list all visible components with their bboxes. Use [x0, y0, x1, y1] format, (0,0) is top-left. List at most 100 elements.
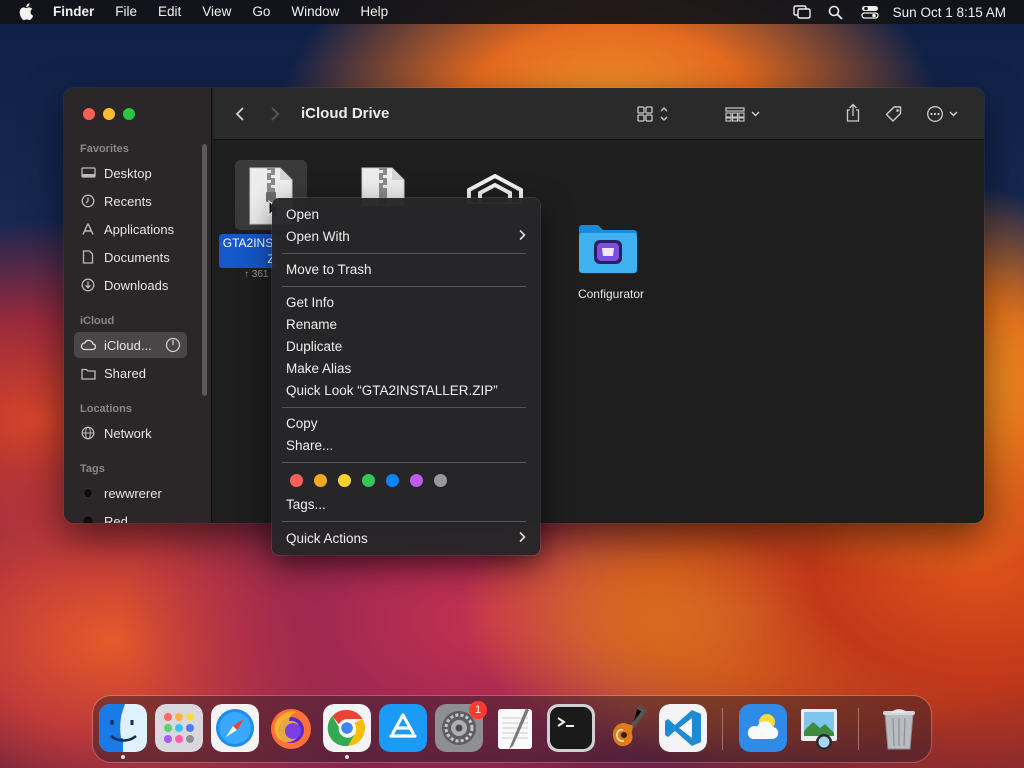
menu-item-open[interactable]: Open: [286, 206, 319, 224]
tag-color-red[interactable]: [290, 474, 303, 487]
sidebar-item-label: rewwrerer: [104, 485, 162, 501]
sidebar-item-shared[interactable]: Shared: [80, 364, 146, 382]
tag-color-purple[interactable]: [410, 474, 423, 487]
spotlight-icon[interactable]: [827, 4, 845, 20]
dock-firefox-icon[interactable]: [267, 704, 315, 752]
tag-color-orange[interactable]: [314, 474, 327, 487]
zoom-button[interactable]: [123, 108, 135, 120]
sidebar-item-documents[interactable]: Documents: [80, 248, 170, 266]
menu-item-make-alias[interactable]: Make Alias: [286, 360, 351, 378]
folder-icon[interactable]: [577, 222, 639, 279]
dock-garageband-icon[interactable]: [603, 704, 651, 752]
screen-mirroring-icon[interactable]: [792, 4, 811, 20]
menu-item-copy[interactable]: Copy: [286, 415, 318, 433]
folder-name[interactable]: Configurator: [571, 287, 651, 301]
tag-dot-icon: [80, 485, 96, 501]
forward-icon[interactable]: [266, 104, 284, 124]
sidebar-item-label: Network: [104, 425, 152, 441]
menu-go[interactable]: Go: [252, 4, 270, 19]
dock-app-store-icon[interactable]: [379, 704, 427, 752]
menu-item-tags[interactable]: Tags...: [286, 496, 326, 514]
menu-separator: [282, 407, 526, 408]
menu-item-rename[interactable]: Rename: [286, 316, 337, 334]
sidebar-item-label: Red: [104, 513, 128, 524]
sidebar-item-network[interactable]: Network: [80, 424, 152, 442]
sidebar-item-recents[interactable]: Recents: [80, 192, 152, 210]
dock-weather-icon[interactable]: [739, 704, 787, 752]
menu-help[interactable]: Help: [360, 4, 388, 19]
sidebar-item-applications[interactable]: Applications: [80, 220, 174, 238]
apple-icon[interactable]: [19, 3, 34, 23]
menu-window[interactable]: Window: [291, 4, 339, 19]
sidebar-item-icloud-drive[interactable]: iCloud...: [80, 336, 181, 354]
submenu-chevron-icon: [518, 530, 526, 548]
tag-color-green[interactable]: [362, 474, 375, 487]
tag-icon[interactable]: [883, 103, 905, 125]
menu-item-quick-actions[interactable]: Quick Actions: [286, 530, 526, 548]
sync-progress-icon: [165, 337, 181, 353]
dock-finder-icon[interactable]: [99, 704, 147, 752]
running-indicator: [345, 755, 349, 759]
menu-item-duplicate[interactable]: Duplicate: [286, 338, 342, 356]
menu-item-get-info[interactable]: Get Info: [286, 294, 334, 312]
sidebar-item-label: Desktop: [104, 165, 152, 181]
sidebar-heading-tags: Tags: [80, 463, 105, 475]
dock-terminal-icon[interactable]: [547, 704, 595, 752]
menu-clock[interactable]: Sun Oct 1 8:15 AM: [893, 5, 1006, 20]
tag-color-blue[interactable]: [386, 474, 399, 487]
menu-item-quick-look[interactable]: Quick Look “GTA2INSTALLER.ZIP”: [286, 382, 498, 400]
upload-status: ↑ 361: [244, 269, 269, 280]
shared-folder-icon: [80, 365, 96, 381]
menu-app-name[interactable]: Finder: [53, 4, 94, 19]
running-indicator: [121, 755, 125, 759]
dock-launchpad-icon[interactable]: [155, 704, 203, 752]
dock-vscode-icon[interactable]: [659, 704, 707, 752]
submenu-chevron-icon: [518, 228, 526, 246]
sidebar-item-tag-rewwrerer[interactable]: rewwrerer: [80, 484, 162, 502]
sidebar-item-tag-red[interactable]: Red: [80, 512, 128, 523]
tag-color-gray[interactable]: [434, 474, 447, 487]
toolbar: iCloud Drive: [213, 88, 984, 140]
dock-separator: [858, 708, 859, 750]
tag-dot-icon: [80, 513, 96, 523]
menu-item-share[interactable]: Share...: [286, 437, 333, 455]
sidebar-item-desktop[interactable]: Desktop: [80, 164, 152, 182]
sidebar-scrollbar[interactable]: [202, 144, 207, 396]
group-by-icon[interactable]: [723, 104, 763, 124]
dock-trash-icon[interactable]: [875, 704, 923, 752]
applications-icon: [80, 221, 96, 237]
sidebar-item-label: Shared: [104, 365, 146, 381]
menu-separator: [282, 286, 526, 287]
menu-item-label: Open With: [286, 229, 350, 244]
sidebar-item-label: Documents: [104, 249, 170, 265]
minimize-button[interactable]: [103, 108, 115, 120]
dock-textedit-icon[interactable]: [491, 704, 539, 752]
menu-edit[interactable]: Edit: [158, 4, 181, 19]
menu-item-move-to-trash[interactable]: Move to Trash: [286, 261, 372, 279]
back-icon[interactable]: [231, 104, 249, 124]
sidebar-item-label: iCloud...: [104, 337, 152, 353]
more-actions-icon[interactable]: [925, 104, 961, 124]
control-center-icon[interactable]: [861, 4, 879, 20]
dock-safari-icon[interactable]: [211, 704, 259, 752]
selected-file-name[interactable]: GTA2INS Z: [219, 234, 277, 268]
dock-chrome-icon[interactable]: [323, 704, 371, 752]
menu-separator: [282, 253, 526, 254]
menu-separator: [282, 521, 526, 522]
sidebar-item-downloads[interactable]: Downloads: [80, 276, 168, 294]
dock-preview-icon[interactable]: [795, 704, 843, 752]
tag-color-yellow[interactable]: [338, 474, 351, 487]
share-icon[interactable]: [844, 102, 862, 124]
window-title: iCloud Drive: [301, 105, 390, 122]
sidebar-item-label: Downloads: [104, 277, 169, 293]
globe-icon: [80, 425, 96, 441]
view-grid-icon[interactable]: [634, 104, 672, 124]
download-icon: [80, 277, 96, 293]
menu-view[interactable]: View: [202, 4, 231, 19]
menu-item-open-with[interactable]: Open With: [286, 228, 526, 246]
menu-separator: [282, 462, 526, 463]
close-button[interactable]: [83, 108, 95, 120]
cloud-icon: [80, 337, 96, 353]
menu-item-label: Quick Actions: [286, 531, 368, 546]
menu-file[interactable]: File: [115, 4, 137, 19]
